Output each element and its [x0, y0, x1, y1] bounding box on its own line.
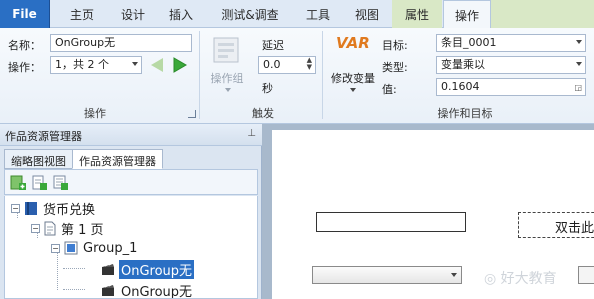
tab-home[interactable]: 主页	[54, 0, 110, 28]
tab-properties[interactable]: 属性	[392, 0, 442, 28]
canvas-area: 双击此 ◎ 好大教育	[262, 124, 594, 299]
tab-design[interactable]: 设计	[110, 0, 156, 28]
watermark-text: 好大教育	[500, 271, 557, 287]
action-group-launcher-icon[interactable]	[188, 110, 196, 118]
canvas-input-box[interactable]	[316, 212, 466, 232]
explorer-tree: − 货币兑换 − 第 1 页 − Group_1 OnGroup无 OnGrou…	[4, 196, 258, 299]
previous-action-icon[interactable]	[148, 56, 166, 74]
clapper-icon	[102, 263, 114, 275]
wechat-icon: ◎	[484, 271, 501, 287]
tree-node-label: OnGroup无	[121, 284, 193, 299]
delay-value: 0.0	[263, 58, 281, 71]
trigger-group-title: 触发	[252, 107, 274, 120]
group-icon	[64, 241, 78, 255]
modify-variable-label: 修改变量	[331, 72, 375, 85]
var-icon: VAR	[336, 34, 370, 52]
type-value: 变量乘以	[441, 58, 485, 71]
group-separator	[322, 31, 323, 119]
target-label: 目标:	[382, 39, 408, 52]
target-select[interactable]: 条目_0001	[436, 34, 586, 52]
chevron-down-icon	[132, 62, 138, 66]
delay-spinner[interactable]: 0.0 ▲ ▼	[258, 56, 316, 74]
name-field[interactable]: OnGroup无	[50, 34, 192, 52]
tab-tools[interactable]: 工具	[294, 0, 342, 28]
tab-view[interactable]: 视图	[342, 0, 392, 28]
tree-node-label: 货币兑换	[43, 202, 96, 218]
clapper-icon	[102, 284, 114, 296]
value-value: 0.1604	[441, 80, 480, 93]
panel-title-text: 作品资源管理器	[5, 130, 82, 143]
tab-actions[interactable]: 操作	[443, 0, 491, 29]
chevron-down-icon	[451, 273, 457, 277]
ribbon-tab-bar: File 主页 设计 插入 测试&调查 工具 视图 属性 操作	[0, 0, 594, 29]
tree-node-group[interactable]: − Group_1	[51, 238, 137, 258]
modify-variable-button[interactable]: VAR 修改变量	[328, 32, 378, 98]
action-select-value: 1，共 2 个	[55, 58, 109, 71]
target-value: 条目_0001	[441, 36, 497, 49]
project-explorer-panel: 作品资源管理器 ⊥ 缩略图视图 作品资源管理器 − 货币兑换 − 第 1 页 −…	[0, 124, 262, 299]
page-canvas[interactable]: 双击此 ◎ 好大教育	[272, 130, 594, 299]
action-label: 操作：	[8, 61, 41, 74]
book-icon	[25, 201, 37, 215]
explorer-toolbar	[4, 169, 258, 195]
context-tab-strip	[491, 0, 594, 28]
value-label: 值:	[382, 83, 397, 96]
collapse-icon[interactable]: −	[11, 203, 20, 213]
tab-thumbnail-view[interactable]: 缩略图视图	[4, 149, 73, 169]
ribbon: 名称： OnGroup无 操作： 1，共 2 个 操作 操作组 延迟 0.0 ▲…	[0, 28, 594, 124]
type-label: 类型:	[382, 61, 408, 74]
tree-guide	[63, 268, 85, 269]
tree-node-label: OnGroup无	[119, 259, 195, 279]
next-action-icon[interactable]	[171, 56, 189, 74]
tree-guide	[63, 289, 85, 290]
chevron-down-icon	[576, 40, 582, 44]
page-icon	[44, 221, 56, 235]
panel-title: 作品资源管理器 ⊥	[0, 124, 262, 146]
tree-node-page[interactable]: − 第 1 页	[31, 218, 104, 238]
value-field[interactable]: 0.1604 ◲	[436, 78, 586, 96]
tree-node-action[interactable]: OnGroup无	[101, 280, 194, 299]
group-separator	[199, 31, 200, 119]
chevron-down-icon	[576, 62, 582, 66]
tree-node-project[interactable]: − 货币兑换	[11, 198, 95, 218]
pin-icon[interactable]: ⊥	[247, 128, 256, 139]
action-group-title: 操作	[84, 107, 106, 120]
add-object-icon[interactable]	[52, 174, 69, 191]
collapse-icon[interactable]: −	[51, 243, 60, 253]
action-target-group-title: 操作和目标	[437, 107, 493, 120]
spinner-arrows-icon[interactable]: ▲ ▼	[307, 57, 312, 71]
type-select[interactable]: 变量乘以	[436, 56, 586, 74]
tab-test[interactable]: 测试&调查	[206, 0, 294, 28]
action-group-icon	[213, 37, 239, 63]
tree-node-label: 第 1 页	[61, 222, 104, 238]
tab-project-explorer[interactable]: 作品资源管理器	[72, 149, 163, 169]
watermark: ◎ 好大教育	[484, 268, 557, 288]
action-select[interactable]: 1，共 2 个	[50, 56, 142, 74]
canvas-dropdown[interactable]	[312, 266, 462, 284]
delay-label: 延迟	[262, 39, 284, 52]
action-group-button-label: 操作组	[210, 72, 244, 85]
action-group-button[interactable]: 操作组	[207, 32, 247, 94]
add-chapter-icon[interactable]	[31, 174, 48, 191]
add-page-icon[interactable]	[10, 174, 27, 191]
tab-file[interactable]: File	[0, 0, 50, 28]
canvas-button-label: 双击此	[555, 221, 594, 236]
collapse-icon[interactable]: −	[31, 223, 40, 233]
canvas-box[interactable]	[578, 266, 594, 284]
canvas-button[interactable]: 双击此	[518, 212, 594, 238]
chevron-down-icon	[225, 88, 231, 92]
tab-insert[interactable]: 插入	[156, 0, 206, 28]
name-label: 名称：	[8, 39, 41, 52]
expand-field-icon[interactable]: ◲	[574, 81, 582, 95]
tree-node-label: Group_1	[83, 240, 138, 256]
tree-node-action-selected[interactable]: OnGroup无	[101, 259, 195, 279]
chevron-down-icon	[350, 88, 356, 92]
delay-unit: 秒	[262, 82, 273, 95]
